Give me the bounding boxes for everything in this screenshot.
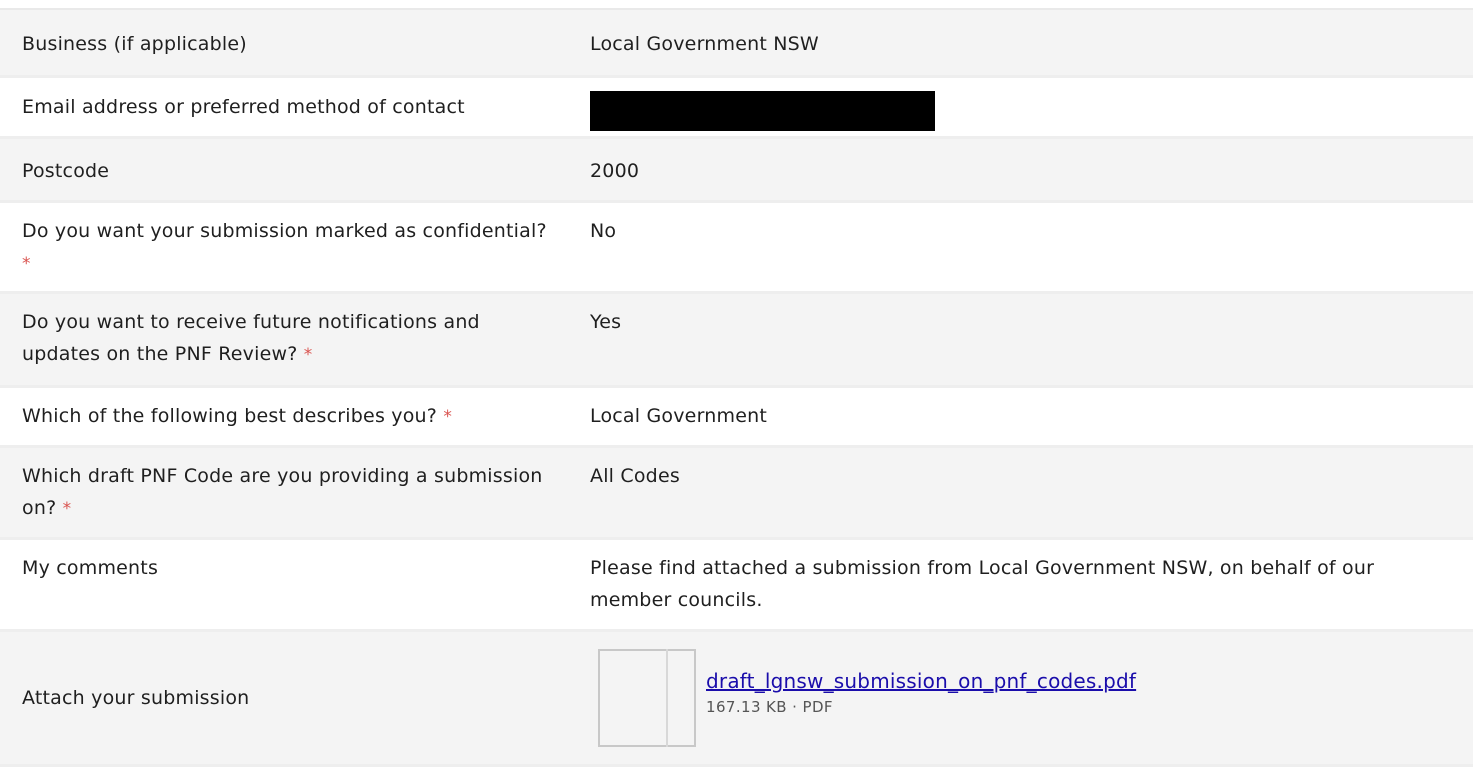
- attachment-meta: 167.13 KB · PDF: [706, 698, 833, 716]
- field-label: Do you want your submission marked as co…: [22, 220, 547, 274]
- field-label: Do you want to receive future notificati…: [22, 311, 480, 365]
- attachment-download-link[interactable]: draft_lgnsw_submission_on_pnf_codes.pdf: [706, 667, 1136, 695]
- row-postcode: Postcode 2000: [0, 139, 1473, 203]
- row-email: Email address or preferred method of con…: [0, 78, 1473, 139]
- row-notifications: Do you want to receive future notificati…: [0, 294, 1473, 388]
- field-label: Attach your submission: [22, 687, 250, 709]
- field-value: draft_lgnsw_submission_on_pnf_codes.pdf …: [566, 632, 1473, 764]
- field-label: Which of the following best describes yo…: [22, 405, 453, 427]
- field-label: My comments: [22, 557, 159, 579]
- redacted-value: [590, 91, 935, 131]
- field-label: Business (if applicable): [22, 33, 247, 55]
- field-value: Yes: [590, 311, 622, 333]
- field-value: Please find attached a submission from L…: [590, 557, 1375, 611]
- field-value: [566, 91, 1473, 136]
- field-label: Email address or preferred method of con…: [22, 96, 465, 118]
- row-confidential: Do you want your submission marked as co…: [0, 203, 1473, 294]
- field-value: No: [590, 220, 617, 242]
- field-value: Local Government: [590, 405, 767, 427]
- field-value: All Codes: [590, 465, 680, 487]
- required-marker: *: [22, 254, 31, 274]
- required-marker: *: [303, 345, 313, 365]
- file-thumbnail-icon[interactable]: [598, 649, 696, 747]
- row-pnf-code: Which draft PNF Code are you providing a…: [0, 448, 1473, 540]
- field-value: 2000: [590, 160, 640, 182]
- attachment-info: draft_lgnsw_submission_on_pnf_codes.pdf …: [706, 667, 1136, 719]
- row-describes-you: Which of the following best describes yo…: [0, 388, 1473, 448]
- row-business: Business (if applicable) Local Governmen…: [0, 10, 1473, 78]
- required-marker: *: [443, 407, 453, 427]
- row-comments: My comments Please find attached a submi…: [0, 540, 1473, 632]
- field-value: Local Government NSW: [590, 33, 819, 55]
- submission-details-table: Business (if applicable) Local Governmen…: [0, 8, 1473, 767]
- row-attachment: Attach your submission draft_lgnsw_submi…: [0, 632, 1473, 767]
- field-label: Which draft PNF Code are you providing a…: [22, 465, 543, 519]
- field-label: Postcode: [22, 160, 110, 182]
- required-marker: *: [62, 499, 72, 519]
